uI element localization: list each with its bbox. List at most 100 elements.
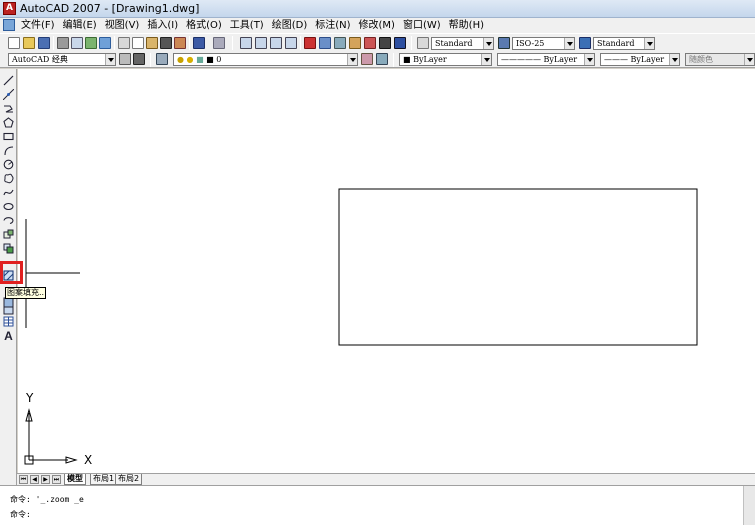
command-window: 命令: '_.zoom _e 命令: [0, 485, 755, 525]
drawing-canvas[interactable]: Y X [18, 69, 755, 473]
toolbar-separator [189, 36, 190, 50]
lineweight-preview-icon: ——— [604, 55, 631, 64]
prev-tab-button[interactable]: ◀ [30, 475, 39, 484]
zoom-previous-icon[interactable] [285, 37, 297, 49]
cut-icon[interactable] [118, 37, 130, 49]
block-editor-icon[interactable] [174, 37, 186, 49]
ellipse-arc-icon[interactable] [2, 214, 15, 227]
zoom-window-icon[interactable] [270, 37, 282, 49]
menu-dimension[interactable]: 标注(N) [311, 19, 354, 32]
construction-line-icon[interactable] [2, 88, 15, 101]
menu-tools[interactable]: 工具(T) [226, 19, 268, 32]
make-object-layer-current-icon[interactable] [361, 53, 373, 65]
text-style-icon[interactable] [417, 37, 429, 49]
polygon-icon[interactable] [2, 116, 15, 129]
sheet-set-icon[interactable] [349, 37, 361, 49]
workspace-settings-icon[interactable] [119, 53, 131, 65]
undo-icon[interactable] [193, 37, 205, 49]
menu-insert[interactable]: 插入(I) [143, 19, 182, 32]
layer-on-icon: ● [177, 55, 184, 64]
ucs-x-label: X [84, 453, 93, 467]
document-icon[interactable] [3, 19, 15, 31]
menu-window[interactable]: 窗口(W) [399, 19, 445, 32]
text-style-select[interactable]: Standard [431, 37, 494, 50]
circle-icon[interactable] [2, 158, 15, 171]
print-icon[interactable] [57, 37, 69, 49]
toolbar-separator [300, 36, 301, 50]
match-properties-icon[interactable] [160, 37, 172, 49]
toolbar-separator [150, 53, 151, 67]
drawn-rectangle[interactable] [338, 188, 698, 346]
command-prompt[interactable]: 命令: [10, 510, 31, 520]
layout-tab-bar: ⏮ ◀ ▶ ⏭ 模型 布局1 布局2 [17, 473, 755, 485]
lineweight-control-select[interactable]: ——— ByLayer [600, 53, 680, 66]
layer-previous-icon[interactable] [376, 53, 388, 65]
last-tab-button[interactable]: ⏭ [52, 475, 61, 484]
workspace-select[interactable]: AutoCAD 经典 [8, 53, 116, 66]
table-style-select[interactable]: Standard [593, 37, 655, 50]
toolbar-separator [114, 36, 115, 50]
linetype-control-select[interactable]: ————— ByLayer [497, 53, 595, 66]
dim-style-select[interactable]: ISO-25 [512, 37, 575, 50]
title-bar: A AutoCAD 2007 - [Drawing1.dwg] [0, 0, 755, 18]
next-tab-button[interactable]: ▶ [41, 475, 50, 484]
copy-icon[interactable] [132, 37, 144, 49]
spline-icon[interactable] [2, 186, 15, 199]
layer-manager-icon[interactable] [156, 53, 168, 65]
menu-file[interactable]: 文件(F) [17, 19, 59, 32]
3d-dwf-icon[interactable] [99, 37, 111, 49]
menu-modify[interactable]: 修改(M) [355, 19, 399, 32]
menu-draw[interactable]: 绘图(D) [268, 19, 312, 32]
publish-icon[interactable] [85, 37, 97, 49]
toolbar-separator [53, 36, 54, 50]
plot-style-select[interactable]: 随颜色 [685, 53, 755, 66]
new-icon[interactable] [8, 37, 20, 49]
markup-icon[interactable] [364, 37, 376, 49]
first-tab-button[interactable]: ⏮ [19, 475, 28, 484]
hatch-tool-highlight [0, 261, 23, 284]
menu-format[interactable]: 格式(O) [182, 19, 226, 32]
design-center-icon[interactable] [319, 37, 331, 49]
quickcalc-icon[interactable] [379, 37, 391, 49]
pan-icon[interactable] [240, 37, 252, 49]
redo-icon[interactable] [213, 37, 225, 49]
autocad-app-icon[interactable]: A [3, 2, 16, 15]
insert-block-icon[interactable] [2, 228, 15, 241]
make-block-icon[interactable] [2, 242, 15, 255]
toolbar-separator [232, 36, 233, 50]
line-icon[interactable] [2, 74, 15, 87]
zoom-realtime-icon[interactable] [255, 37, 267, 49]
tab-layout2[interactable]: 布局2 [115, 474, 143, 485]
menu-bar: 文件(F) 编辑(E) 视图(V) 插入(I) 格式(O) 工具(T) 绘图(D… [0, 18, 755, 33]
rectangle-icon[interactable] [2, 130, 15, 143]
dim-style-icon[interactable] [498, 37, 510, 49]
save-icon[interactable] [38, 37, 50, 49]
ucs-y-label: Y [26, 391, 34, 405]
tab-layout1[interactable]: 布局1 [90, 474, 118, 485]
table-icon[interactable] [2, 315, 15, 328]
command-scrollbar[interactable] [743, 486, 755, 525]
ellipse-icon[interactable] [2, 200, 15, 213]
table-style-icon[interactable] [579, 37, 591, 49]
open-icon[interactable] [23, 37, 35, 49]
polyline-icon[interactable] [2, 102, 15, 115]
color-control-select[interactable]: ■ ByLayer [399, 53, 492, 66]
plot-preview-icon[interactable] [71, 37, 83, 49]
linetype-preview-icon: ————— [501, 55, 544, 64]
tab-model[interactable]: 模型 [64, 474, 86, 485]
multiline-text-icon[interactable]: A [2, 329, 15, 343]
toolbar-separator [411, 36, 412, 50]
arc-icon[interactable] [2, 144, 15, 157]
menu-edit[interactable]: 编辑(E) [59, 19, 101, 32]
menu-help[interactable]: 帮助(H) [445, 19, 488, 32]
window-title: AutoCAD 2007 - [Drawing1.dwg] [20, 2, 200, 15]
tool-palettes-icon[interactable] [334, 37, 346, 49]
revision-cloud-icon[interactable] [2, 172, 15, 185]
workspace-save-icon[interactable] [133, 53, 145, 65]
menu-view[interactable]: 视图(V) [101, 19, 144, 32]
paste-icon[interactable] [146, 37, 158, 49]
help-icon[interactable] [394, 37, 406, 49]
layer-select[interactable]: ● ● ■ ■ 0 [173, 53, 358, 66]
properties-icon[interactable] [304, 37, 316, 49]
layer-lock-icon: ■ [196, 55, 204, 64]
